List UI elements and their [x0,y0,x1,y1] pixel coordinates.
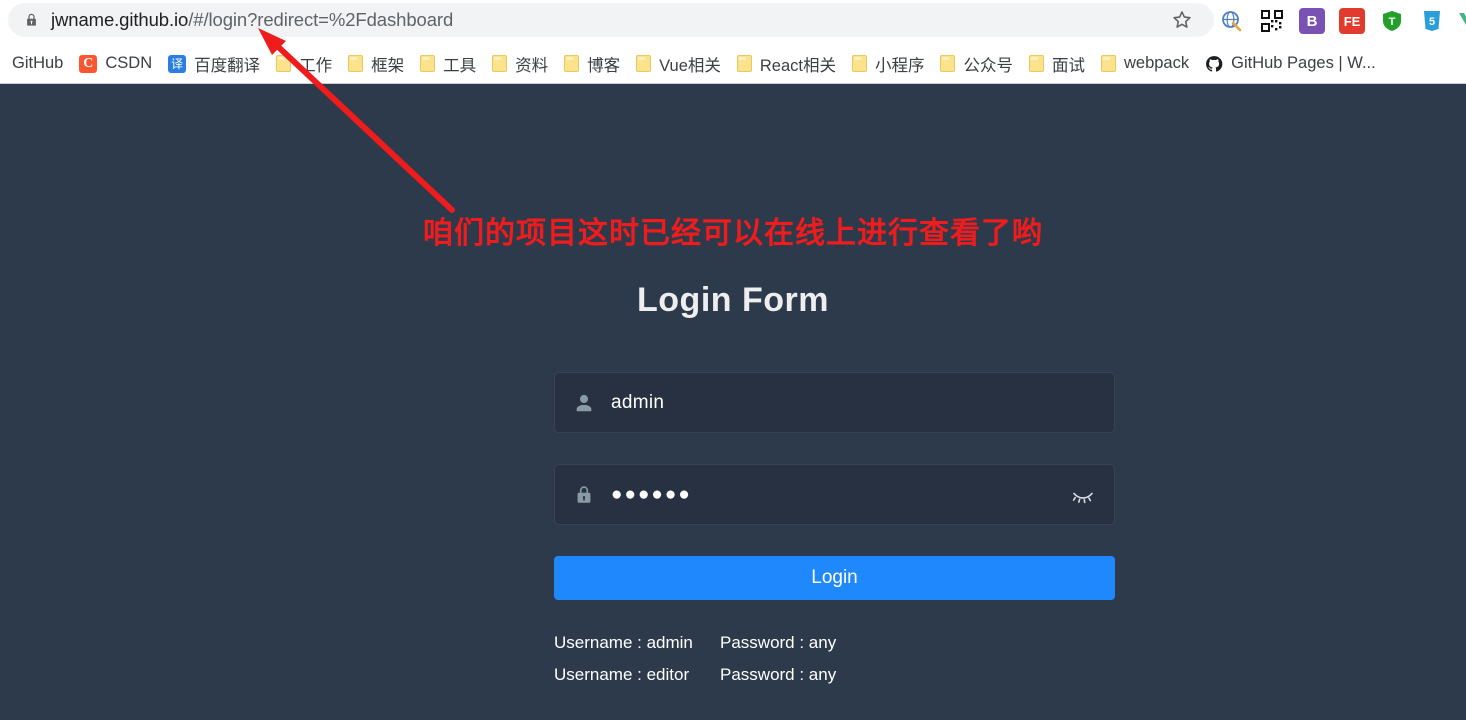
bookmark-webpack[interactable]: webpack [1093,50,1197,78]
browser-toolbar: jwname.github.io/#/login?redirect=%2Fdas… [0,0,1466,41]
folder-icon [564,55,580,72]
bookmark-label: Vue相关 [659,56,721,75]
bookmark-label: 工具 [443,56,477,75]
bookmark-label: 博客 [587,56,621,75]
address-bar-path: /#/login?redirect=%2Fdashboard [188,9,454,30]
folder-icon [276,55,292,72]
bookmark-label: 工作 [299,56,333,75]
tip-row: Username : editor Password : any [554,665,954,685]
address-bar-url[interactable]: jwname.github.io/#/login?redirect=%2Fdas… [51,9,453,31]
bookmark-mianshi[interactable]: 面试 [1021,50,1093,78]
bookmark-github-pages[interactable]: GitHub Pages | W... [1197,50,1384,78]
bookmark-star-icon[interactable] [1171,9,1193,31]
lock-icon [577,485,591,503]
folder-icon [1028,55,1044,72]
bookmark-gongzuo[interactable]: 工作 [268,50,340,78]
svg-text:T: T [1389,16,1396,28]
folder-icon [420,55,436,72]
annotation-text: 咱们的项目这时已经可以在线上进行查看了哟 [423,216,1043,251]
login-button[interactable]: Login [554,556,1115,600]
tip-password: Password : any [720,633,837,652]
folder-icon [851,55,867,72]
bookmark-baidu-fanyi[interactable]: 译 百度翻译 [160,50,268,78]
folder-icon [1100,55,1116,72]
bookmark-label: 公众号 [963,56,1013,75]
bookmark-label: 百度翻译 [194,56,261,75]
password-value[interactable]: ●●●●●● [611,484,1066,506]
address-bar-host: jwname.github.io [51,9,189,30]
bookmark-label: CSDN [105,54,153,72]
folder-icon [348,55,364,72]
bookmark-gongju[interactable]: 工具 [412,50,484,78]
password-field[interactable]: ●●●●●● [554,464,1115,525]
tip-row: Username : admin Password : any [554,633,954,653]
eye-closed-icon[interactable] [1066,478,1100,512]
qr-code-extension-icon[interactable] [1259,8,1285,34]
github-favicon-icon [1205,55,1223,73]
bookmark-xiaochengxu[interactable]: 小程序 [844,50,933,78]
bookmark-kuangjia[interactable]: 框架 [340,50,412,78]
bookmark-react[interactable]: React相关 [729,50,844,78]
page-viewport: 咱们的项目这时已经可以在线上进行查看了哟 Login Form admin ●●… [0,84,1466,720]
bookmark-ziliao[interactable]: 资料 [484,50,556,78]
tip-username: Username : editor [554,665,690,684]
fe-helper-extension-icon[interactable]: FE [1339,8,1365,34]
bookmark-label: 资料 [515,56,549,75]
user-icon [576,394,592,411]
globe-pen-extension-icon[interactable] [1219,8,1245,34]
csdn-favicon-icon: C [79,54,98,73]
folder-icon [492,55,508,72]
bootstrap-extension-icon[interactable]: B [1299,8,1325,34]
bookmark-github[interactable]: GitHub [4,50,71,78]
page-title: Login Form [637,281,829,319]
svg-text:5: 5 [1429,16,1435,28]
tip-username: Username : admin [554,633,693,652]
bookmark-vue[interactable]: Vue相关 [628,50,729,78]
vue-devtools-extension-icon[interactable] [1456,8,1466,34]
tip-password: Password : any [720,665,837,684]
bookmark-label: webpack [1123,54,1190,72]
bookmark-label: 框架 [371,56,405,75]
bookmark-label: GitHub [12,54,64,72]
bookmark-csdn[interactable]: C CSDN [71,50,160,78]
bookmark-label: GitHub Pages | W... [1231,54,1376,72]
bookmark-boke[interactable]: 博客 [556,50,628,78]
username-value[interactable]: admin [611,392,1114,414]
bookmark-label: 面试 [1051,56,1085,75]
browser-chrome: jwname.github.io/#/login?redirect=%2Fdas… [0,0,1466,84]
baidu-fanyi-favicon-icon: 译 [168,54,187,73]
bookmark-label: React相关 [759,56,836,75]
lock-icon[interactable] [24,12,39,28]
bookmark-gongzhonghao[interactable]: 公众号 [932,50,1021,78]
tampermonkey-extension-icon[interactable]: T [1379,8,1405,34]
bookmarks-bar: GitHub C CSDN 译 百度翻译 工作 框架 工具 资料 博客 Vue相… [0,44,1466,83]
folder-icon [940,55,956,72]
bookmark-label: 小程序 [874,56,925,75]
html5-extension-icon[interactable]: 5 [1419,8,1445,34]
address-bar[interactable]: jwname.github.io/#/login?redirect=%2Fdas… [8,3,1214,37]
folder-icon [636,55,652,72]
folder-icon [736,55,752,72]
login-tips: Username : admin Password : any Username… [554,633,954,697]
username-field[interactable]: admin [554,372,1115,433]
